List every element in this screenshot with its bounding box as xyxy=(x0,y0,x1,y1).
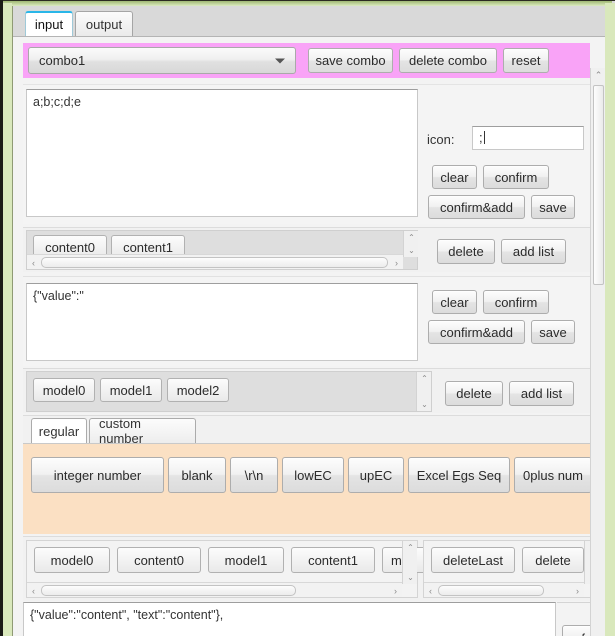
combo-toolbar: combo1 save combo delete combo reset xyxy=(23,43,590,78)
content-list-vscrollbar[interactable]: ⌃ ⌄ xyxy=(403,231,418,257)
tab-custom-number[interactable]: custom number xyxy=(89,416,196,446)
scroll-up-icon[interactable]: ⌃ xyxy=(417,372,432,385)
delete-last-button[interactable]: deleteLast xyxy=(431,547,515,573)
json-input-row: {"value":" clear confirm confirm&add sav… xyxy=(23,276,590,366)
scroll-down-icon[interactable]: ⌄ xyxy=(417,398,432,411)
bottom-left-item-2[interactable]: model1 xyxy=(208,547,284,573)
scroll-left-icon[interactable]: ‹ xyxy=(27,255,40,270)
content-list-hscrollbar[interactable]: ‹ › xyxy=(27,254,403,269)
main-input-row: a;b;c;d;e icon: ; clear confirm confirm&… xyxy=(23,84,590,224)
scroll-up-icon[interactable]: ⌃ xyxy=(404,231,419,244)
content-list-box: content0 content1 ⌃ ⌄ ‹ › xyxy=(26,230,418,270)
bottom-left-item-3[interactable]: content1 xyxy=(291,547,375,573)
scroll-down-icon[interactable]: ⌄ xyxy=(404,244,419,257)
reset-button[interactable]: reset xyxy=(503,48,549,73)
bottom-left-item-0[interactable]: model0 xyxy=(34,547,110,573)
json-textarea[interactable]: {"value":" xyxy=(26,283,418,361)
main-confirm-button[interactable]: confirm xyxy=(483,165,549,189)
application-window: input output combo1 save combo delete co… xyxy=(0,0,615,636)
bottom-lists-row: model0 content0 model1 content1 mo ⌃ ⌄ ‹… xyxy=(23,536,605,601)
bottom-right-list: deleteLast delete de ⌃ ⌄ ‹ › xyxy=(423,540,605,598)
tab-input[interactable]: input xyxy=(25,11,73,36)
scroll-right-icon[interactable]: › xyxy=(389,583,402,598)
model-list-box: model0 model1 model2 ⌃ ⌄ xyxy=(26,371,432,412)
scroll-left-icon[interactable]: ‹ xyxy=(424,583,437,597)
scroll-right-icon[interactable]: › xyxy=(571,583,584,597)
json-clear-button[interactable]: clear xyxy=(432,290,477,314)
output-textarea[interactable]: {"value":"content", "text":"content"}, xyxy=(23,602,556,636)
save-combo-button[interactable]: save combo xyxy=(308,48,393,73)
model-list-row: model0 model1 model2 ⌃ ⌄ delete add list xyxy=(23,368,590,413)
chevron-down-icon xyxy=(275,58,285,63)
bottom-left-hscroll-thumb[interactable] xyxy=(41,585,296,596)
bottom-left-list: model0 content0 model1 content1 mo ⌃ ⌄ ‹… xyxy=(26,540,442,598)
client-area: input output combo1 save combo delete co… xyxy=(13,6,605,636)
tab-output[interactable]: output xyxy=(75,11,133,36)
crlf-button[interactable]: \r\n xyxy=(230,457,278,493)
bottom-left-hscrollbar[interactable]: ‹ › xyxy=(27,582,402,597)
icon-label: icon: xyxy=(427,132,455,147)
combo-select-value: combo1 xyxy=(39,53,86,68)
model-list-vscrollbar[interactable]: ⌃ ⌄ xyxy=(416,372,431,411)
lowec-button[interactable]: lowEC xyxy=(282,457,344,493)
delete-combo-button[interactable]: delete combo xyxy=(399,48,497,73)
json-save-button[interactable]: save xyxy=(531,320,575,344)
delete-button[interactable]: delete xyxy=(522,547,584,573)
regular-section-body: integer number blank \r\n lowEC upEC Exc… xyxy=(23,443,592,534)
main-tabbar: input output xyxy=(13,6,605,36)
scroll-down-icon[interactable]: ⌄ xyxy=(403,571,418,584)
input-panel: combo1 save combo delete combo reset a;b… xyxy=(13,36,605,636)
input-panel-body: combo1 save combo delete combo reset a;b… xyxy=(13,37,605,636)
combo-select[interactable]: combo1 xyxy=(28,47,296,74)
window-frame-right xyxy=(605,3,615,636)
scroll-left-icon[interactable]: ‹ xyxy=(27,583,40,598)
bottom-right-hscroll-thumb[interactable] xyxy=(438,585,544,596)
json-confirm-add-button[interactable]: confirm&add xyxy=(428,320,525,344)
icon-input[interactable]: ; xyxy=(472,126,584,150)
json-confirm-button[interactable]: confirm xyxy=(483,290,549,314)
regular-section: regular custom number integer number bla… xyxy=(23,415,592,534)
model-delete-button[interactable]: delete xyxy=(445,381,503,406)
output-row: {"value":"content", "text":"content"}, ‹… xyxy=(23,602,605,636)
model-list-item-2[interactable]: model2 xyxy=(167,378,229,402)
model-list-item-0[interactable]: model0 xyxy=(33,378,95,402)
content-list-row: content0 content1 ⌃ ⌄ ‹ › delete add lis… xyxy=(23,227,590,272)
excel-egs-seq-button[interactable]: Excel Egs Seq xyxy=(408,457,510,493)
blank-button[interactable]: blank xyxy=(168,457,226,493)
0plus-num-button[interactable]: 0plus num xyxy=(514,457,592,493)
model-add-list-button[interactable]: add list xyxy=(509,381,574,406)
icon-input-value: ; xyxy=(479,130,483,145)
tab-regular[interactable]: regular xyxy=(31,418,87,443)
main-textarea[interactable]: a;b;c;d;e xyxy=(26,89,418,217)
scroll-up-icon[interactable]: ⌃ xyxy=(591,68,605,83)
content-add-list-button[interactable]: add list xyxy=(501,239,566,264)
integer-number-button[interactable]: integer number xyxy=(31,457,164,493)
panel-vscrollbar[interactable]: ⌃ ⌄ xyxy=(590,68,605,636)
content-delete-button[interactable]: delete xyxy=(437,239,495,264)
panel-vscroll-thumb[interactable] xyxy=(593,85,604,285)
bottom-left-item-1[interactable]: content0 xyxy=(117,547,201,573)
scroll-right-icon[interactable]: › xyxy=(390,255,403,270)
main-confirm-add-button[interactable]: confirm&add xyxy=(428,195,525,219)
content-list-hscroll-thumb[interactable] xyxy=(41,257,388,268)
window-frame-top-edge xyxy=(0,0,615,1)
model-list-item-1[interactable]: model1 xyxy=(100,378,162,402)
scroll-up-icon[interactable]: ⌃ xyxy=(403,541,418,554)
window-frame-left xyxy=(3,3,12,636)
main-save-button[interactable]: save xyxy=(531,195,575,219)
bottom-left-vscrollbar[interactable]: ⌃ ⌄ xyxy=(402,541,417,584)
text-caret xyxy=(483,131,485,144)
bottom-right-hscrollbar[interactable]: ‹ › xyxy=(424,582,584,597)
upec-button[interactable]: upEC xyxy=(348,457,404,493)
main-clear-button[interactable]: clear xyxy=(432,165,477,189)
